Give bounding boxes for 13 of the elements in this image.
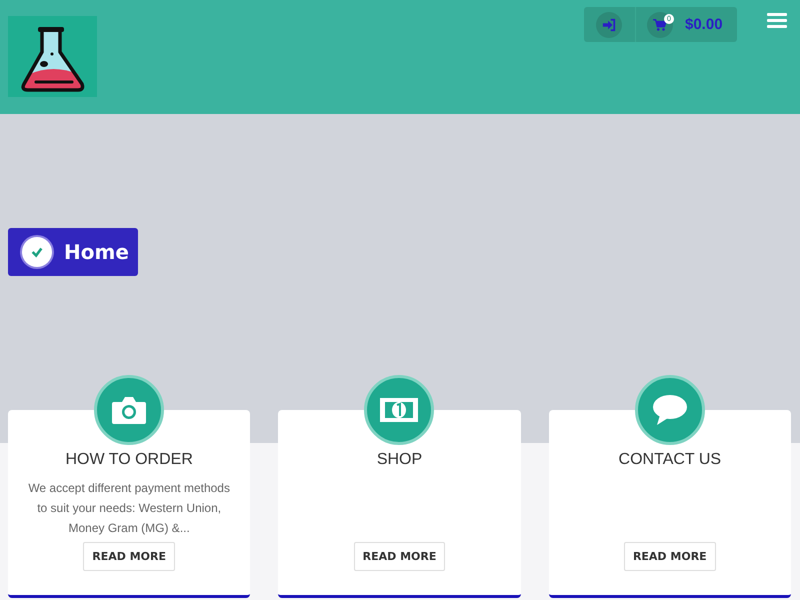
card-title: HOW TO ORDER bbox=[65, 451, 193, 469]
menu-icon[interactable] bbox=[767, 13, 787, 28]
card-title: CONTACT US bbox=[618, 451, 722, 469]
cart-icon[interactable] bbox=[647, 12, 673, 38]
page-title: Home bbox=[64, 240, 129, 264]
check-icon bbox=[22, 237, 52, 267]
flask-logo[interactable] bbox=[8, 16, 97, 97]
card-title: SHOP bbox=[376, 451, 422, 469]
login-icon[interactable] bbox=[596, 12, 622, 38]
card-text: We accept different payment methods to suit your needs: Western Union, Money Gram (MG) &... bbox=[27, 480, 231, 537]
read-more-button[interactable]: READ MORE bbox=[354, 542, 446, 571]
read-more-button[interactable]: READ MORE bbox=[624, 542, 716, 571]
read-more-button[interactable]: READ MORE bbox=[83, 542, 176, 571]
